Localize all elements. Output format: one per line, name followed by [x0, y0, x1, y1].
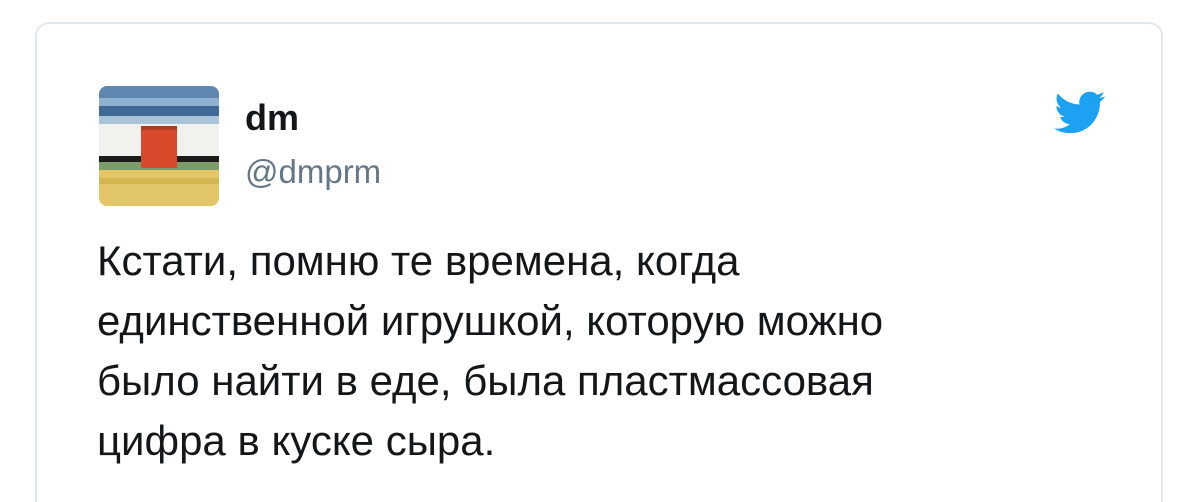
tweet-text-line: единственной игрушкой, которую можно: [97, 297, 884, 344]
tweet-text-line: было найти в еде, была пластмассовая: [97, 357, 874, 404]
painting-avatar-icon: [99, 86, 219, 206]
author-display-name[interactable]: dm: [245, 96, 299, 140]
tweet-card: dm @dmprm Кстати, помню те времена, когд…: [35, 22, 1163, 502]
tweet-text-line: цифра в куске сыра.: [97, 417, 496, 464]
tweet-text: Кстати, помню те времена, когда единстве…: [97, 231, 1117, 471]
author-avatar[interactable]: [99, 86, 219, 206]
author-handle[interactable]: @dmprm: [245, 152, 381, 192]
tweet-text-line: Кстати, помню те времена, когда: [97, 237, 740, 284]
twitter-bird-icon[interactable]: [1054, 91, 1106, 135]
